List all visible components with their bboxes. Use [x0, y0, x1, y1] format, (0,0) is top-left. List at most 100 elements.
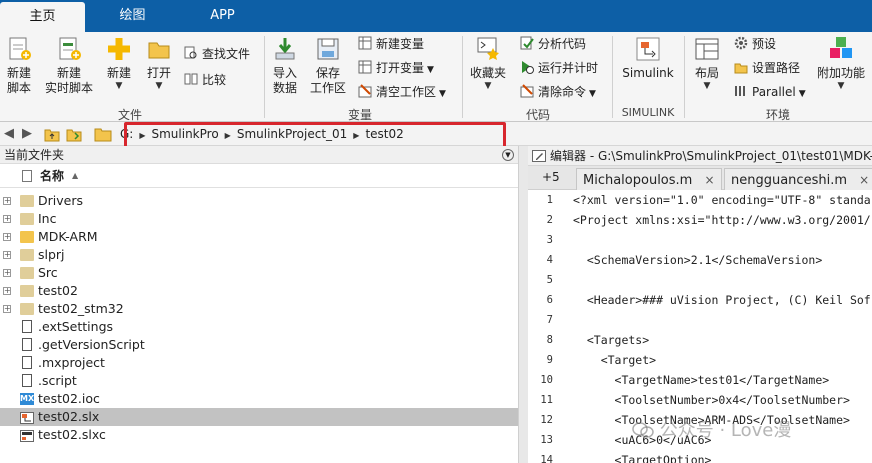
- file-list-item[interactable]: + test02: [0, 282, 518, 300]
- new-script-icon: [6, 36, 32, 62]
- code-line[interactable]: 14 <TargetOption>: [528, 450, 872, 463]
- code-line[interactable]: 10 <TargetName>test01</TargetName>: [528, 370, 872, 390]
- code-text: <Header>### uVision Project, (C) Keil So…: [573, 293, 871, 307]
- favorites-button[interactable]: 收藏夹 ▼: [468, 36, 508, 91]
- simulink-button[interactable]: Simulink: [620, 36, 676, 81]
- tab-home[interactable]: 主页: [0, 2, 85, 32]
- code-line[interactable]: 8 <Targets>: [528, 330, 872, 350]
- tab-apps[interactable]: APP: [180, 0, 265, 32]
- column-header-name[interactable]: 名称 ▲: [0, 164, 521, 188]
- editor-tab-label: Michalopoulos.m: [583, 173, 693, 188]
- file-list-item[interactable]: + MDK-ARM: [0, 228, 518, 246]
- new-live-script-icon: [56, 36, 82, 62]
- file-list-item[interactable]: + Src: [0, 264, 518, 282]
- file-name: .getVersionScript: [38, 337, 145, 352]
- set-path-icon: [734, 60, 748, 74]
- expand-icon[interactable]: +: [3, 305, 11, 313]
- panel-actions-icon[interactable]: ▼: [502, 149, 514, 161]
- open-variable-button[interactable]: 打开变量 ▼: [358, 58, 434, 78]
- file-list-item[interactable]: + Inc: [0, 210, 518, 228]
- close-icon[interactable]: ×: [704, 173, 714, 187]
- run-and-time-button[interactable]: 运行并计时: [520, 58, 598, 78]
- forward-arrow-icon[interactable]: ▶: [22, 126, 32, 142]
- hidden-tabs-count[interactable]: +5: [542, 170, 560, 184]
- up-folder-icon[interactable]: [44, 126, 60, 147]
- file-list-item[interactable]: .extSettings: [0, 318, 518, 336]
- compare-button[interactable]: 比较: [184, 70, 226, 90]
- watermark-label: 公众号 · Love漫: [659, 420, 792, 441]
- file-icon: [22, 356, 32, 369]
- code-line[interactable]: 7: [528, 310, 872, 330]
- code-line[interactable]: 9 <Target>: [528, 350, 872, 370]
- find-files-button[interactable]: 查找文件: [184, 44, 250, 64]
- code-text: <Target>: [573, 353, 657, 367]
- simulink-icon: [635, 36, 661, 62]
- file-list-item[interactable]: .script: [0, 372, 518, 390]
- file-list-item[interactable]: test02.slxc: [0, 426, 518, 444]
- code-line[interactable]: 6 <Header>### uVision Project, (C) Keil …: [528, 290, 872, 310]
- expand-icon[interactable]: +: [3, 251, 11, 259]
- file-list-item[interactable]: + slprj: [0, 246, 518, 264]
- new-script-button[interactable]: 新建 脚本: [4, 36, 34, 96]
- close-icon[interactable]: ×: [859, 173, 869, 187]
- file-list-item[interactable]: MX test02.ioc: [0, 390, 518, 408]
- file-name: test02: [38, 283, 78, 298]
- import-data-button[interactable]: 导入 数据: [270, 36, 300, 96]
- code-text: <SchemaVersion>2.1</SchemaVersion>: [573, 253, 823, 267]
- code-line[interactable]: 1 <?xml version="1.0" encoding="UTF-8" st…: [528, 190, 872, 210]
- expand-icon[interactable]: +: [3, 269, 11, 277]
- save-workspace-button[interactable]: 保存 工作区: [308, 36, 348, 96]
- analyze-code-button[interactable]: 分析代码: [520, 34, 586, 54]
- parallel-button[interactable]: Parallel ▼: [734, 82, 806, 102]
- clear-workspace-button[interactable]: 清空工作区 ▼: [358, 82, 446, 102]
- code-line[interactable]: 2 <Project xmlns:xsi="http://www.w3.org/2…: [528, 210, 872, 230]
- code-line[interactable]: 3: [528, 230, 872, 250]
- addons-cubes-icon: [828, 36, 854, 62]
- matlab-window: 主页 绘图 APP 新建 脚本 新建 实时脚本 新建 ▼ 打开 ▼ 查找文件 比…: [0, 0, 872, 463]
- back-arrow-icon[interactable]: ◀: [4, 126, 14, 142]
- open-label: 打开: [146, 66, 171, 80]
- file-list-item[interactable]: test02.slx: [0, 408, 518, 426]
- current-folder-icon: [94, 126, 112, 147]
- new-script-label-2: 脚本: [6, 81, 31, 95]
- simulink-group-label: SIMULINK: [621, 106, 675, 119]
- editor-tab[interactable]: nengguanceshi.m ×: [724, 168, 872, 190]
- new-button[interactable]: 新建 ▼: [104, 36, 134, 91]
- expand-icon[interactable]: +: [3, 197, 11, 205]
- code-text: <ToolsetNumber>0x4</ToolsetNumber>: [573, 393, 850, 407]
- new-script-label-1: 新建: [6, 66, 31, 80]
- file-list-item[interactable]: .getVersionScript: [0, 336, 518, 354]
- parallel-label: Parallel: [752, 85, 796, 99]
- expand-icon[interactable]: +: [3, 233, 11, 241]
- addons-button[interactable]: 附加功能 ▼: [816, 36, 866, 91]
- pane-splitter[interactable]: [518, 146, 528, 463]
- expand-icon[interactable]: +: [3, 215, 11, 223]
- preferences-button[interactable]: 预设: [734, 34, 776, 54]
- code-line[interactable]: 4 <SchemaVersion>2.1</SchemaVersion>: [528, 250, 872, 270]
- new-variable-button[interactable]: 新建变量: [358, 34, 424, 54]
- editor-title-bar: 编辑器 - G:\SmulinkPro\SmulinkProject_01\te…: [528, 146, 872, 166]
- folder-icon: [20, 267, 34, 279]
- chevron-down-icon: ▼: [703, 81, 711, 91]
- file-list-item[interactable]: + test02_stm32: [0, 300, 518, 318]
- folder-icon: [20, 213, 34, 225]
- clear-commands-button[interactable]: 清除命令 ▼: [520, 82, 596, 102]
- line-number: 8: [546, 334, 553, 346]
- code-line[interactable]: 11 <ToolsetNumber>0x4</ToolsetNumber>: [528, 390, 872, 410]
- code-line[interactable]: 5: [528, 270, 872, 290]
- layout-button[interactable]: 布局 ▼: [690, 36, 724, 91]
- expand-icon[interactable]: +: [3, 287, 11, 295]
- new-live-script-button[interactable]: 新建 实时脚本: [44, 36, 94, 96]
- file-name: Drivers: [38, 193, 83, 208]
- file-list-item[interactable]: + Drivers: [0, 192, 518, 210]
- file-name: .script: [38, 373, 77, 388]
- browse-folder-icon[interactable]: [66, 126, 82, 147]
- tab-plots[interactable]: 绘图: [90, 0, 175, 32]
- open-button[interactable]: 打开 ▼: [144, 36, 174, 91]
- file-list-item[interactable]: .mxproject: [0, 354, 518, 372]
- set-path-button[interactable]: 设置路径: [734, 58, 800, 78]
- simulink-model-icon: [20, 411, 34, 424]
- chevron-down-icon: ▼: [798, 89, 806, 99]
- editor-tab[interactable]: Michalopoulos.m ×: [576, 168, 722, 190]
- file-icon: [22, 338, 32, 351]
